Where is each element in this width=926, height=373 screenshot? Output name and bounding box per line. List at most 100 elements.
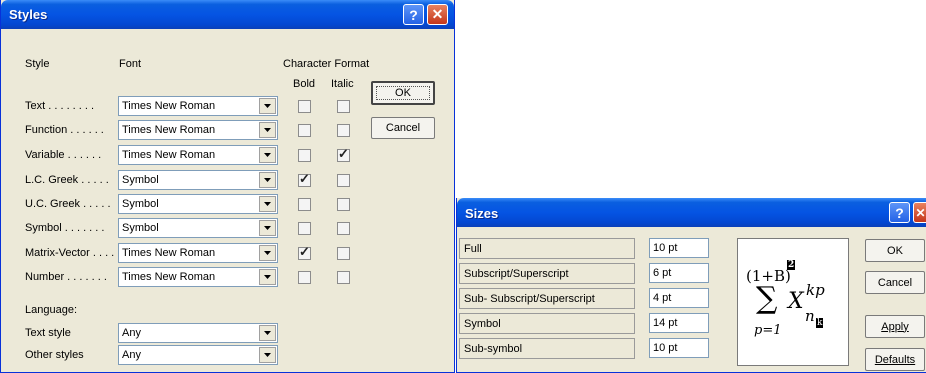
size-input[interactable]: 6 pt — [649, 263, 709, 283]
font-dropdown[interactable]: Symbol — [118, 218, 278, 238]
italic-checkbox[interactable] — [337, 174, 350, 187]
ok-button-label: OK — [887, 244, 903, 257]
style-row-label: Matrix-Vector . . . . — [25, 247, 115, 259]
chevron-down-icon[interactable] — [259, 172, 276, 188]
other-styles-label: Other styles — [25, 349, 84, 361]
preview-var: X — [788, 289, 804, 314]
bold-checkbox[interactable] — [298, 222, 311, 235]
checkmark-icon: ✓ — [338, 146, 349, 161]
close-button[interactable]: ✕ — [427, 4, 448, 25]
size-row-label: Sub-symbol — [459, 338, 635, 359]
close-icon: ✕ — [431, 6, 444, 22]
size-input[interactable]: 4 pt — [649, 288, 709, 308]
font-value: Symbol — [122, 174, 159, 186]
chevron-down-icon[interactable] — [259, 220, 276, 236]
font-dropdown[interactable]: Symbol — [118, 170, 278, 190]
font-dropdown[interactable]: Times New Roman — [118, 120, 278, 140]
help-icon: ? — [409, 6, 418, 23]
font-column-header: Font — [119, 58, 142, 70]
italic-checkbox[interactable] — [337, 271, 350, 284]
italic-checkbox[interactable] — [337, 247, 350, 260]
defaults-button[interactable]: Defaults — [865, 348, 925, 371]
size-input[interactable]: 14 pt — [649, 313, 709, 333]
styles-titlebar[interactable]: Styles ? ✕ — [1, 0, 454, 29]
font-dropdown[interactable]: Times New Roman — [118, 243, 278, 263]
chevron-down-icon[interactable] — [259, 147, 276, 163]
font-dropdown[interactable]: Times New Roman — [118, 267, 278, 287]
chevron-down-icon[interactable] — [259, 347, 276, 363]
sizes-titlebar[interactable]: Sizes ? ✕ — [457, 198, 926, 227]
cancel-button[interactable]: Cancel — [865, 271, 925, 294]
font-dropdown[interactable]: Symbol — [118, 194, 278, 214]
font-value: Times New Roman — [122, 149, 216, 161]
text-style-dropdown[interactable]: Any — [118, 323, 278, 343]
ok-button[interactable]: OK — [865, 239, 925, 262]
cancel-button[interactable]: Cancel — [371, 117, 435, 139]
size-value: 14 pt — [653, 317, 678, 329]
help-button[interactable]: ? — [403, 4, 424, 25]
preview-sum-lower: p=1 — [754, 323, 782, 338]
font-dropdown[interactable]: Times New Roman — [118, 96, 278, 116]
style-row-label: Symbol . . . . . . . — [25, 222, 105, 234]
font-value: Times New Roman — [122, 124, 216, 136]
size-value: 10 pt — [653, 242, 678, 254]
bold-checkbox[interactable] — [298, 198, 311, 211]
bold-checkbox[interactable] — [298, 271, 311, 284]
bold-checkbox[interactable]: ✓ — [298, 171, 311, 187]
preview-var-sub: n — [805, 307, 815, 325]
checkmark-icon: ✓ — [299, 171, 310, 186]
size-row-label: Symbol — [459, 313, 635, 334]
preview-sum-symbol: ∑ — [756, 281, 778, 316]
preview-var-sup: kp — [806, 281, 825, 299]
size-row-text: Sub- Subscript/Superscript — [464, 293, 595, 305]
style-row-label: Function . . . . . . — [25, 124, 104, 136]
close-button[interactable]: ✕ — [913, 202, 926, 223]
preview-base-sup: 2 — [787, 260, 796, 270]
language-label: Language: — [25, 304, 77, 316]
italic-checkbox[interactable] — [337, 222, 350, 235]
defaults-button-label: Defaults — [874, 353, 916, 366]
ok-button[interactable]: OK — [371, 81, 435, 105]
italic-checkbox[interactable]: ✓ — [337, 146, 350, 162]
italic-checkbox[interactable] — [337, 100, 350, 113]
chevron-down-icon[interactable] — [259, 245, 276, 261]
chevron-down-icon[interactable] — [259, 325, 276, 341]
size-row-text: Sub-symbol — [464, 343, 523, 355]
chevron-down-icon[interactable] — [259, 98, 276, 114]
size-row-label: Sub- Subscript/Superscript — [459, 288, 635, 309]
size-value: 4 pt — [653, 292, 672, 304]
styles-title: Styles — [9, 7, 48, 22]
help-button[interactable]: ? — [889, 202, 910, 223]
font-value: Times New Roman — [122, 100, 216, 112]
size-row-label: Full — [459, 238, 635, 259]
chevron-down-icon[interactable] — [259, 122, 276, 138]
style-row-label: L.C. Greek . . . . . — [25, 174, 109, 186]
cancel-button-label: Cancel — [385, 122, 421, 134]
size-input[interactable]: 10 pt — [649, 238, 709, 258]
size-row-text: Full — [464, 243, 482, 255]
sizes-title: Sizes — [465, 206, 499, 221]
bold-checkbox[interactable] — [298, 124, 311, 137]
other-styles-dropdown[interactable]: Any — [118, 345, 278, 365]
italic-checkbox[interactable] — [337, 124, 350, 137]
style-row-label: U.C. Greek . . . . . — [25, 198, 111, 210]
font-value: Symbol — [122, 222, 159, 234]
text-style-value: Any — [122, 327, 141, 339]
help-icon: ? — [895, 204, 904, 221]
apply-button[interactable]: Apply — [865, 315, 925, 338]
character-format-header: Character Format — [283, 58, 370, 70]
bold-column-header: Bold — [293, 78, 316, 90]
chevron-down-icon[interactable] — [259, 196, 276, 212]
style-row-label: Variable . . . . . . — [25, 149, 102, 161]
bold-checkbox[interactable]: ✓ — [298, 244, 311, 260]
size-row-text: Symbol — [464, 318, 501, 330]
italic-checkbox[interactable] — [337, 198, 350, 211]
font-value: Symbol — [122, 198, 159, 210]
size-input[interactable]: 10 pt — [649, 338, 709, 358]
bold-checkbox[interactable] — [298, 149, 311, 162]
font-dropdown[interactable]: Times New Roman — [118, 145, 278, 165]
bold-checkbox[interactable] — [298, 100, 311, 113]
size-value: 6 pt — [653, 267, 672, 279]
chevron-down-icon[interactable] — [259, 269, 276, 285]
checkmark-icon: ✓ — [299, 244, 310, 259]
